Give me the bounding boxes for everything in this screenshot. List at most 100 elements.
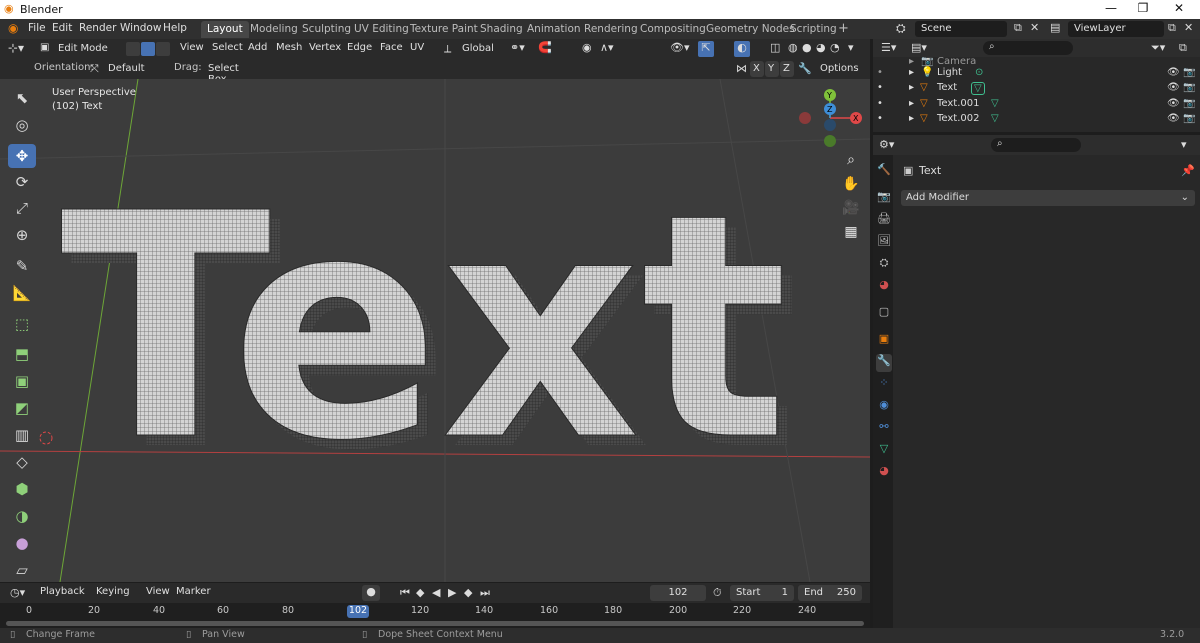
properties-search-input[interactable]: ⌕: [991, 138, 1081, 152]
output-tab-icon[interactable]: 🖨: [876, 212, 892, 230]
rendered-shading-icon[interactable]: ◔: [830, 41, 840, 54]
header-menu-add[interactable]: Add: [248, 42, 267, 53]
scene-field[interactable]: Scene: [915, 21, 1007, 37]
mode-dropdown[interactable]: Edit Mode: [52, 41, 122, 57]
wrench-small-icon[interactable]: 🔧: [798, 62, 812, 75]
blender-menu-icon[interactable]: ◉: [8, 21, 18, 35]
close-window-button[interactable]: ✕: [1164, 1, 1194, 15]
display-mode-icon[interactable]: ▤▾: [911, 41, 927, 54]
render-camera-icon[interactable]: 📷: [1183, 67, 1195, 78]
add-workspace-button[interactable]: +: [832, 19, 855, 36]
expand-icon[interactable]: ▸: [909, 67, 914, 78]
3d-viewport[interactable]: Text Text Y Z X ⌕ ✋ 🎥 ▦: [0, 79, 870, 582]
outliner-editor-icon[interactable]: ☰▾: [881, 41, 896, 54]
view-layer-field[interactable]: ViewLayer: [1068, 21, 1164, 37]
jump-start-icon[interactable]: ⏮: [400, 586, 410, 600]
new-view-layer-icon[interactable]: ⧉: [1168, 21, 1176, 35]
constraints-tab-icon[interactable]: ⚯: [876, 420, 892, 438]
menu-edit[interactable]: Edit: [52, 22, 72, 34]
render-camera-icon[interactable]: 📷: [1183, 113, 1195, 124]
snap-icon[interactable]: 🧲: [538, 41, 552, 54]
view-layer-icon[interactable]: ▤: [1050, 21, 1060, 34]
tab-modeling[interactable]: Modeling: [244, 21, 304, 38]
spin-tool-icon[interactable]: ◑: [8, 504, 36, 528]
scene-icon[interactable]: ⛭: [896, 21, 906, 36]
orientation-dropdown[interactable]: Default: [102, 61, 162, 77]
mirror-icon[interactable]: ⋈: [736, 62, 747, 75]
outliner-search-input[interactable]: ⌕: [983, 41, 1073, 55]
inset-tool-icon[interactable]: ▣: [8, 369, 36, 393]
wireframe-shading-icon[interactable]: ◍: [788, 41, 798, 54]
record-button[interactable]: ●: [362, 585, 380, 601]
outliner-row-text[interactable]: • ▸ ▽ Text ▽ 👁 📷: [873, 82, 1200, 97]
shading-options-icon[interactable]: ▾: [848, 41, 854, 54]
menu-window[interactable]: Window: [120, 22, 161, 34]
modifier-tab-icon[interactable]: 🔧: [876, 354, 892, 372]
timeline-scrollbar[interactable]: [6, 621, 864, 626]
pin-icon[interactable]: 📌: [1181, 164, 1195, 177]
timeline-ruler[interactable]: 0 20 40 60 80 120 140 160 180 200 220 24…: [0, 603, 870, 631]
mirror-x-toggle[interactable]: X: [750, 61, 764, 77]
expand-icon[interactable]: ▸: [909, 98, 914, 109]
mirror-z-toggle[interactable]: Z: [780, 61, 794, 77]
play-icon[interactable]: ▶: [448, 586, 456, 599]
solid-shading-icon[interactable]: ●: [802, 41, 812, 54]
knife-tool-icon[interactable]: ◇: [8, 450, 36, 474]
camera-view-icon[interactable]: 🎥: [838, 197, 864, 219]
render-camera-icon[interactable]: 📷: [1183, 98, 1195, 109]
expand-icon[interactable]: ▸: [909, 82, 914, 93]
playhead[interactable]: 102: [347, 605, 369, 618]
vertex-select-icon[interactable]: [126, 42, 140, 56]
tool-tab-icon[interactable]: 🔨: [876, 163, 892, 181]
proportional-falloff-icon[interactable]: ∧▾: [600, 41, 614, 54]
cursor-tool-icon[interactable]: ◎: [8, 113, 36, 137]
add-cube-tool-icon[interactable]: ⬚: [8, 312, 36, 336]
expand-icon[interactable]: ▸: [909, 56, 914, 67]
visibility-eye-icon[interactable]: 👁: [1167, 98, 1180, 109]
render-camera-icon[interactable]: 📷: [1183, 82, 1195, 93]
header-menu-view[interactable]: View: [180, 42, 204, 53]
zoom-icon[interactable]: ⌕: [838, 149, 864, 171]
timeline-menu-marker[interactable]: Marker: [176, 586, 211, 597]
measure-tool-icon[interactable]: 📐: [8, 281, 36, 305]
filter-icon[interactable]: ⏷▾: [1151, 41, 1165, 55]
new-scene-icon[interactable]: ⧉: [1014, 21, 1022, 35]
timeline-menu-keying[interactable]: Keying: [96, 586, 130, 597]
header-menu-vertex[interactable]: Vertex: [309, 42, 341, 53]
scale-tool-icon[interactable]: ⤢: [8, 196, 36, 220]
transform-orientation-dropdown[interactable]: Global: [456, 41, 502, 57]
visibility-eye-icon[interactable]: 👁: [1167, 67, 1180, 78]
delete-view-layer-icon[interactable]: ✕: [1184, 21, 1193, 34]
header-menu-mesh[interactable]: Mesh: [276, 42, 302, 53]
select-tool-icon[interactable]: ⬉: [8, 86, 36, 110]
menu-help[interactable]: Help: [163, 22, 187, 34]
header-menu-select[interactable]: Select: [212, 42, 243, 53]
face-select-icon[interactable]: [156, 42, 170, 56]
poly-build-tool-icon[interactable]: ⬢: [8, 477, 36, 501]
header-menu-face[interactable]: Face: [380, 42, 403, 53]
header-menu-edge[interactable]: Edge: [347, 42, 372, 53]
material-shading-icon[interactable]: ◕: [816, 41, 826, 54]
rotate-tool-icon[interactable]: ⟳: [8, 170, 36, 194]
tab-animation[interactable]: Animation: [521, 21, 587, 38]
options-dropdown[interactable]: Options: [814, 61, 864, 77]
properties-options-icon[interactable]: ▾: [1181, 138, 1187, 151]
extrude-tool-icon[interactable]: ⬒: [8, 342, 36, 366]
expand-icon[interactable]: ▸: [909, 113, 914, 124]
editor-type-icon[interactable]: ⊹▾: [8, 41, 24, 55]
tab-texture-paint[interactable]: Texture Paint: [404, 21, 484, 38]
play-reverse-icon[interactable]: ◀: [432, 586, 440, 599]
view-layer-tab-icon[interactable]: 🖼: [876, 234, 892, 252]
smooth-tool-icon[interactable]: ●: [8, 531, 36, 555]
mirror-y-toggle[interactable]: Y: [765, 61, 779, 77]
grid-toggle-icon[interactable]: ▦: [838, 221, 864, 243]
particles-tab-icon[interactable]: ⁘: [876, 376, 892, 394]
outliner-row-text-002[interactable]: • ▸ ▽ Text.002 ▽ 👁 📷: [873, 113, 1200, 128]
annotate-tool-icon[interactable]: ✎: [8, 254, 36, 278]
jump-end-icon[interactable]: ⏭: [480, 586, 490, 600]
outliner-row-text-001[interactable]: • ▸ ▽ Text.001 ▽ 👁 📷: [873, 98, 1200, 113]
shear-tool-icon[interactable]: ▱: [8, 558, 36, 582]
neg-x-axis-gizmo[interactable]: [799, 112, 811, 124]
maximize-button[interactable]: ❐: [1128, 1, 1158, 15]
minimize-button[interactable]: —: [1096, 1, 1126, 15]
